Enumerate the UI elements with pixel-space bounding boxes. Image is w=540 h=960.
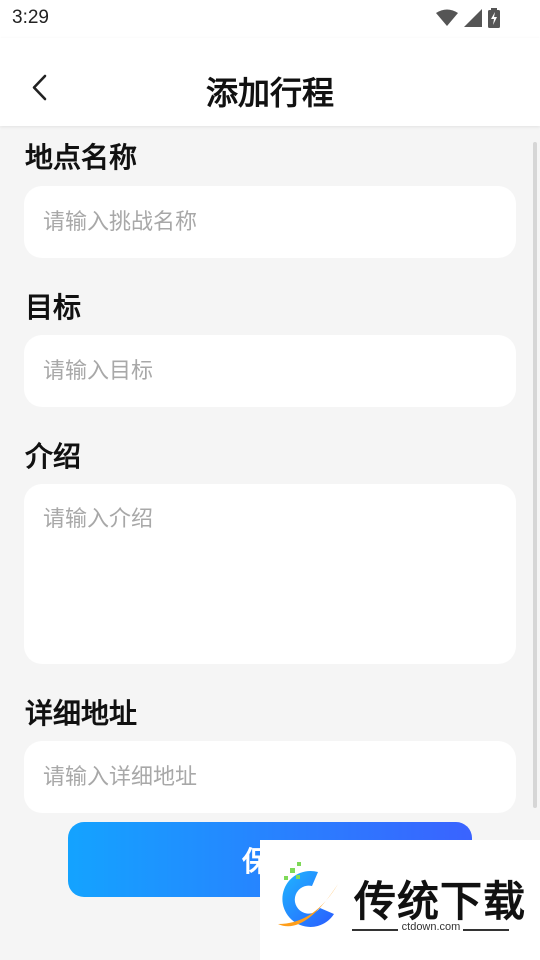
watermark-logo-icon <box>278 862 338 927</box>
goal-input[interactable] <box>24 335 516 407</box>
status-icons <box>436 8 500 28</box>
status-bar: 3:29 <box>0 0 540 38</box>
watermark: 传统下载 ctdown.com <box>260 840 540 960</box>
app-bar: 添加行程 <box>0 38 540 126</box>
watermark-divider-right <box>463 929 509 931</box>
place-name-label: 地点名称 <box>25 141 138 174</box>
place-name-input[interactable] <box>24 186 516 258</box>
watermark-url: ctdown.com <box>401 921 461 933</box>
watermark-divider-left <box>352 929 398 931</box>
page-title: 添加行程 <box>205 74 334 112</box>
intro-textarea[interactable] <box>24 484 516 664</box>
intro-label: 介绍 <box>25 440 82 473</box>
scrollbar[interactable] <box>533 142 537 808</box>
address-input[interactable] <box>24 741 516 813</box>
address-label: 详细地址 <box>25 697 138 730</box>
goal-label: 目标 <box>25 291 82 324</box>
status-time: 3:29 <box>12 7 49 28</box>
signal-icon <box>464 9 482 27</box>
battery-icon <box>488 8 500 28</box>
watermark-name: 传统下载 <box>354 877 527 926</box>
wifi-icon <box>436 9 458 26</box>
